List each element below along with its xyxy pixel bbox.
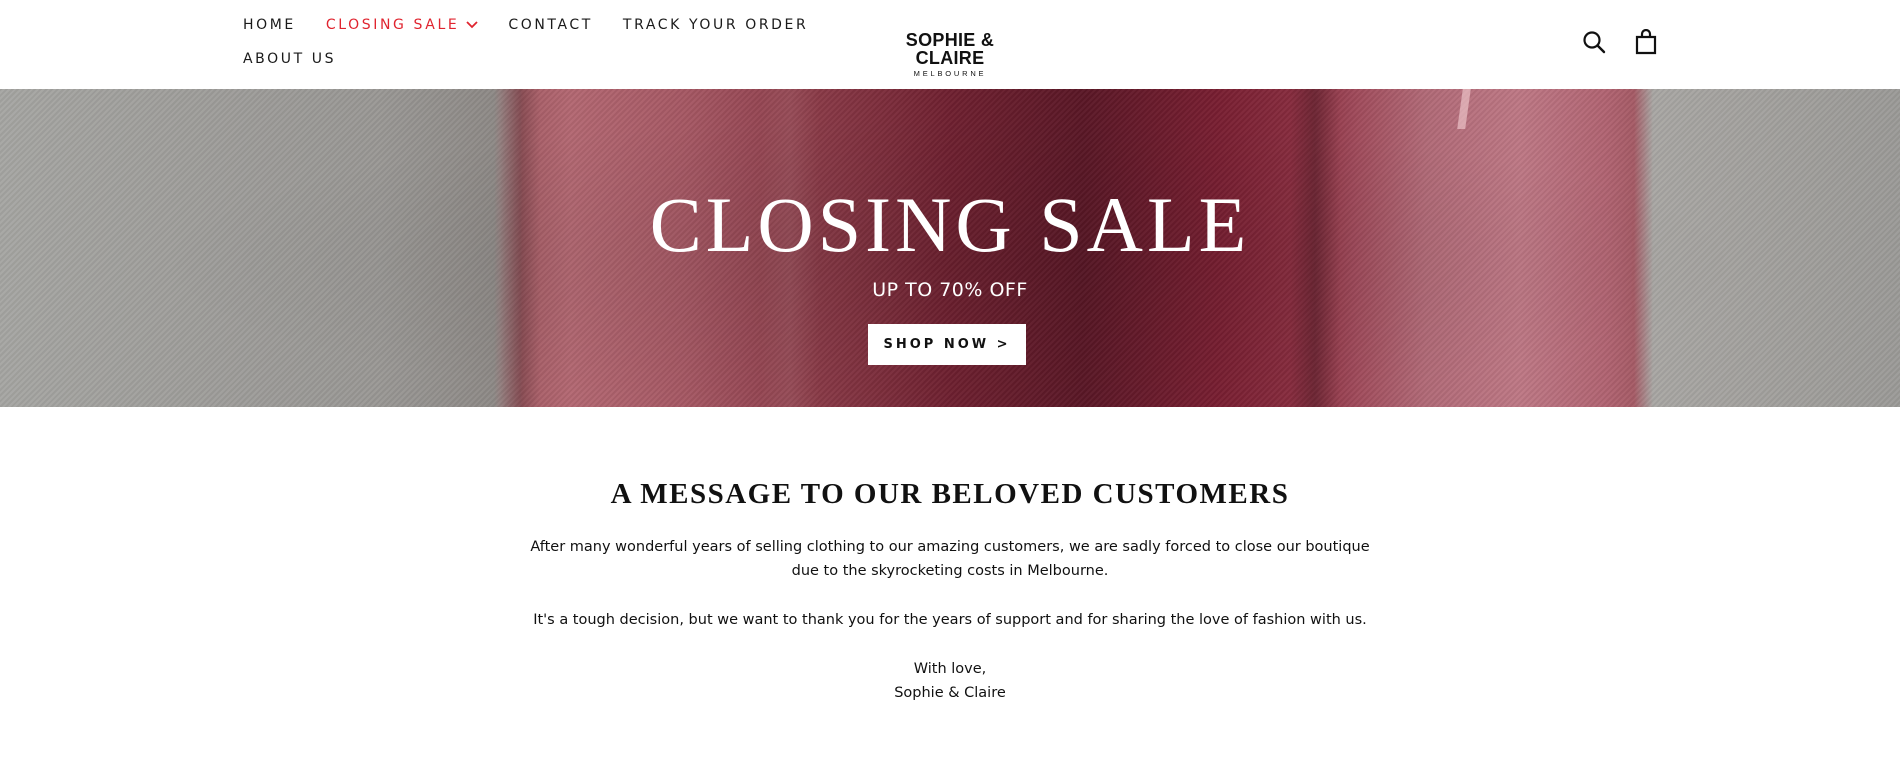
message-title: A MESSAGE TO OUR BELOVED CUSTOMERS [610,478,1290,510]
shop-now-button[interactable]: SHOP NOW > [868,324,1026,365]
nav-home[interactable]: HOME [243,17,296,33]
main-nav: HOME CLOSING SALE CONTACT TRACK YOUR ORD… [243,8,806,76]
message-paragraph-1: After many wonderful years of selling cl… [530,539,1370,580]
logo-location: MELBOURNE [913,69,987,78]
site-header: HOME CLOSING SALE CONTACT TRACK YOUR ORD… [0,0,1900,89]
search-button[interactable] [1580,30,1608,58]
search-icon [1582,30,1606,58]
nav-closing-sale-label: CLOSING SALE [325,17,460,33]
logo-name: SOPHIE & CLAIRE [905,30,995,68]
site-logo[interactable]: SOPHIE & CLAIRE MELBOURNE [874,31,1026,78]
cart-button[interactable] [1632,28,1660,59]
nav-track-order[interactable]: TRACK YOUR ORDER [623,17,808,33]
nav-row-1: HOME CLOSING SALE CONTACT TRACK YOUR ORD… [243,8,806,42]
nav-closing-sale[interactable]: CLOSING SALE [326,17,478,33]
hero-subtitle: UP TO 70% OFF [872,279,1028,301]
message-paragraph-2: It's a tough decision, but we want to th… [533,612,1367,629]
message-signoff: With love, Sophie & Claire [520,657,1380,705]
signoff-line-2: Sophie & Claire [894,685,1006,702]
nav-contact[interactable]: CONTACT [508,17,593,33]
nav-about-us[interactable]: ABOUT US [243,51,336,67]
nav-row-2: ABOUT US [243,42,803,76]
chevron-down-icon [466,21,478,29]
signoff-line-1: With love, [913,661,987,678]
cart-icon [1634,28,1658,59]
customer-message: A MESSAGE TO OUR BELOVED CUSTOMERS After… [0,407,1900,705]
hero-title: CLOSING SALE [649,181,1251,268]
hero-banner: CLOSING SALE UP TO 70% OFF SHOP NOW > [0,89,1900,407]
